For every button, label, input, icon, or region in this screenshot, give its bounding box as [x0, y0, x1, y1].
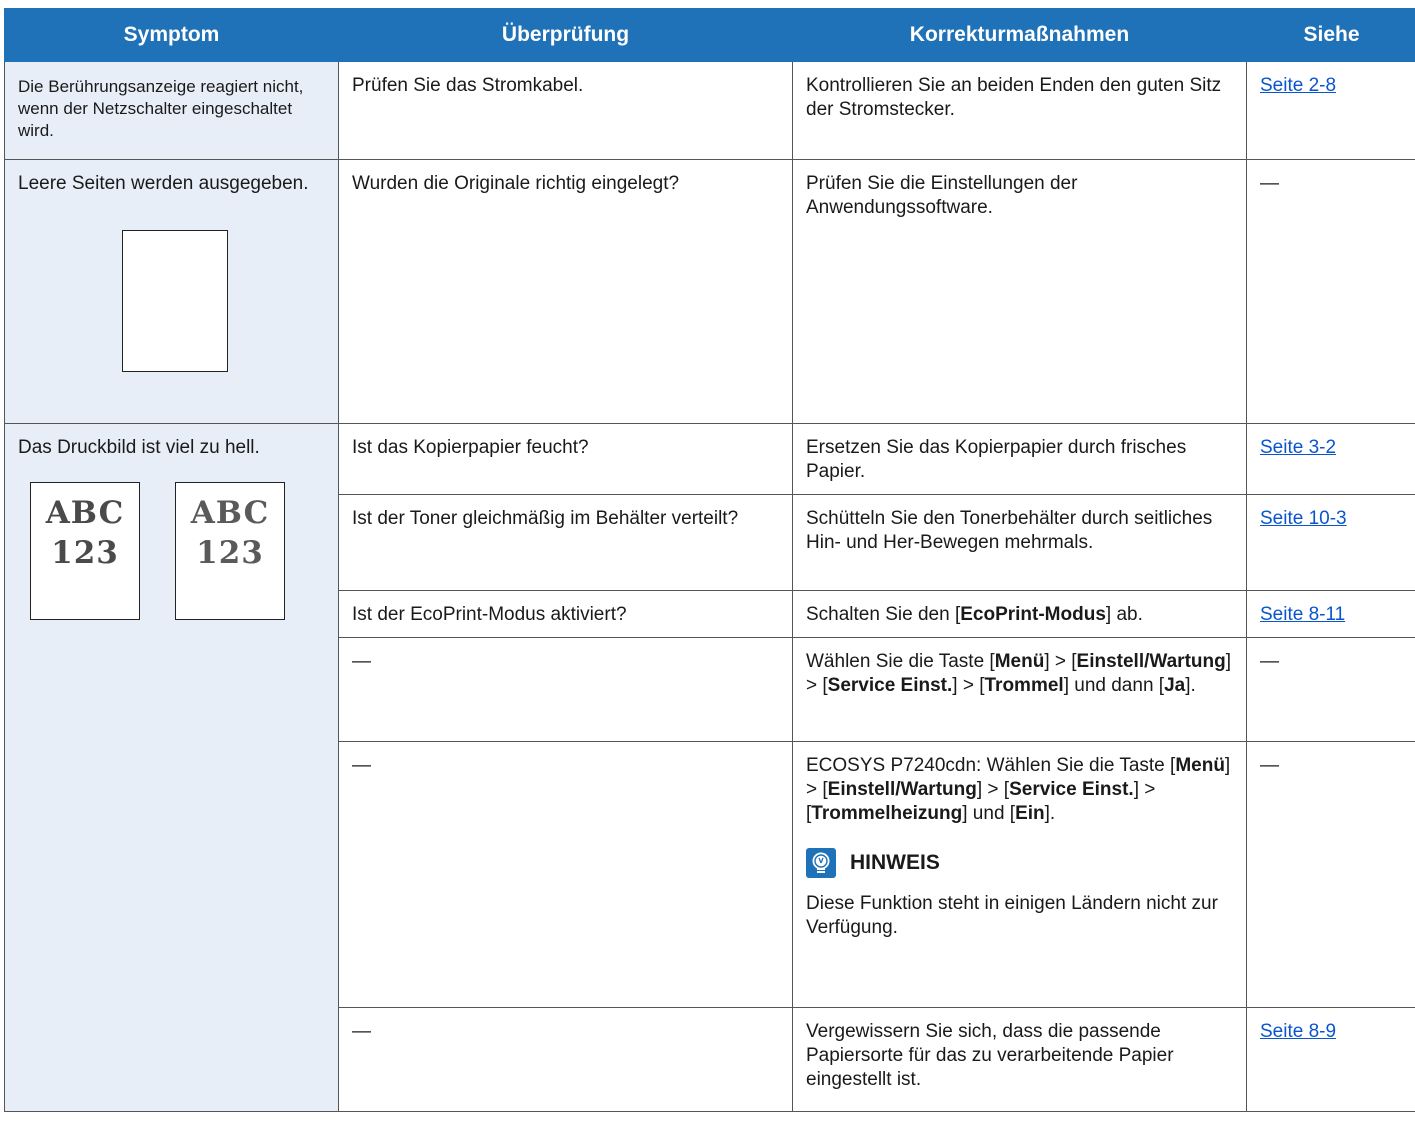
table-row: Leere Seiten werden ausgegeben. Wurden d…	[4, 159, 1415, 424]
sample-digits: 123	[196, 535, 264, 571]
action-cell: Ersetzen Sie das Kopierpapier durch fris…	[792, 423, 1247, 495]
action-bold: Trommelheizung	[811, 803, 963, 824]
page-link[interactable]: Seite 8-11	[1260, 604, 1345, 625]
symptom-text: Leere Seiten werden ausgegeben.	[18, 173, 309, 194]
action-bold: Service Einst.	[1009, 779, 1134, 800]
header-action: Korrekturmaßnahmen	[792, 8, 1247, 62]
action-bold: Einstell/Wartung	[827, 779, 977, 800]
action-bold: Einstell/Wartung	[1076, 651, 1226, 672]
page-link[interactable]: Seite 3-2	[1260, 437, 1336, 458]
action-bold: Menü	[994, 651, 1045, 672]
table-row: Das Druckbild ist viel zu hell. ABC 123 …	[4, 423, 1415, 1112]
check-cell: Ist das Kopierpapier feucht?	[338, 423, 793, 495]
see-cell: —	[1246, 741, 1415, 1008]
action-text: Schalten Sie den [	[806, 604, 961, 625]
action-text: ] > [	[1044, 651, 1077, 672]
action-text-block: ECOSYS P7240cdn: Wählen Sie die Taste [M…	[806, 754, 1232, 826]
action-text: ].	[1185, 675, 1196, 696]
action-cell: Schalten Sie den [EcoPrint-Modus] ab.	[792, 590, 1247, 638]
action-text: ECOSYS P7240cdn: Wählen Sie die Taste [	[806, 755, 1176, 776]
page-link[interactable]: Seite 8-9	[1260, 1021, 1336, 1042]
see-cell: —	[1246, 637, 1415, 742]
note-text: Diese Funktion steht in einigen Ländern …	[806, 893, 1218, 938]
symptom-text: Das Druckbild ist viel zu hell.	[18, 437, 260, 458]
faint-print-samples: ABC 123 ABC 123	[30, 482, 324, 620]
faint-print-sample-2: ABC 123	[175, 482, 285, 620]
action-cell: ECOSYS P7240cdn: Wählen Sie die Taste [M…	[792, 741, 1247, 1008]
lightbulb-note-icon	[806, 848, 836, 878]
action-bold: Menü	[1175, 755, 1225, 776]
action-text: ] > [	[976, 779, 1010, 800]
header-check: Überprüfung	[338, 8, 793, 62]
symptom-cell: Das Druckbild ist viel zu hell. ABC 123 …	[4, 423, 339, 1112]
header-see: Siehe	[1246, 8, 1415, 62]
note-header: HINWEIS	[806, 848, 1232, 878]
sample-letters: ABC	[45, 495, 125, 531]
table-row: Die Berührungsanzeige reagiert nicht, we…	[4, 61, 1415, 160]
see-cell: —	[1246, 159, 1415, 424]
action-bold: Trommel	[984, 675, 1064, 696]
check-cell: Prüfen Sie das Stromkabel.	[338, 61, 793, 160]
action-cell: Schütteln Sie den Tonerbehälter durch se…	[792, 494, 1247, 591]
page-link[interactable]: Seite 2-8	[1260, 75, 1336, 96]
check-cell: —	[338, 637, 793, 742]
check-cell: Ist der EcoPrint-Modus aktiviert?	[338, 590, 793, 638]
action-bold: EcoPrint-Modus	[960, 604, 1106, 625]
action-text: ] ab.	[1105, 604, 1143, 625]
symptom-cell: Die Berührungsanzeige reagiert nicht, we…	[4, 61, 339, 160]
action-bold: Service Einst.	[827, 675, 953, 696]
action-bold: Ja	[1164, 675, 1186, 696]
sample-digits: 123	[51, 535, 119, 571]
action-text: ] und dann [	[1063, 675, 1165, 696]
action-bold: Ein	[1015, 803, 1045, 824]
see-cell: Seite 10-3	[1246, 494, 1415, 591]
sample-letters: ABC	[190, 495, 270, 531]
check-cell: Ist der Toner gleichmäßig im Behälter ve…	[338, 494, 793, 591]
blank-page-illustration	[122, 230, 228, 372]
action-text: ] und [	[962, 803, 1016, 824]
header-symptom: Symptom	[4, 8, 339, 62]
check-cell: —	[338, 1007, 793, 1112]
see-cell: Seite 8-9	[1246, 1007, 1415, 1112]
troubleshooting-table: Symptom Überprüfung Korrekturmaßnahmen S…	[4, 8, 1415, 1112]
check-cell: —	[338, 741, 793, 1008]
see-cell: Seite 8-11	[1246, 590, 1415, 638]
action-cell: Wählen Sie die Taste [Menü] > [Einstell/…	[792, 637, 1247, 742]
see-cell: Seite 2-8	[1246, 61, 1415, 160]
check-cell: Wurden die Originale richtig eingelegt?	[338, 159, 793, 424]
action-cell: Kontrollieren Sie an beiden Enden den gu…	[792, 61, 1247, 160]
faint-print-sample-1: ABC 123	[30, 482, 140, 620]
action-text: ] > [	[952, 675, 985, 696]
see-cell: Seite 3-2	[1246, 423, 1415, 495]
table-header-row: Symptom Überprüfung Korrekturmaßnahmen S…	[4, 8, 1415, 62]
action-cell: Vergewissern Sie sich, dass die passende…	[792, 1007, 1247, 1112]
action-cell: Prüfen Sie die Einstellungen der Anwendu…	[792, 159, 1247, 424]
note-title: HINWEIS	[850, 851, 940, 874]
action-text: ].	[1044, 803, 1056, 824]
symptom-cell: Leere Seiten werden ausgegeben.	[4, 159, 339, 424]
page-link[interactable]: Seite 10-3	[1260, 508, 1347, 529]
action-text: Wählen Sie die Taste [	[806, 651, 995, 672]
